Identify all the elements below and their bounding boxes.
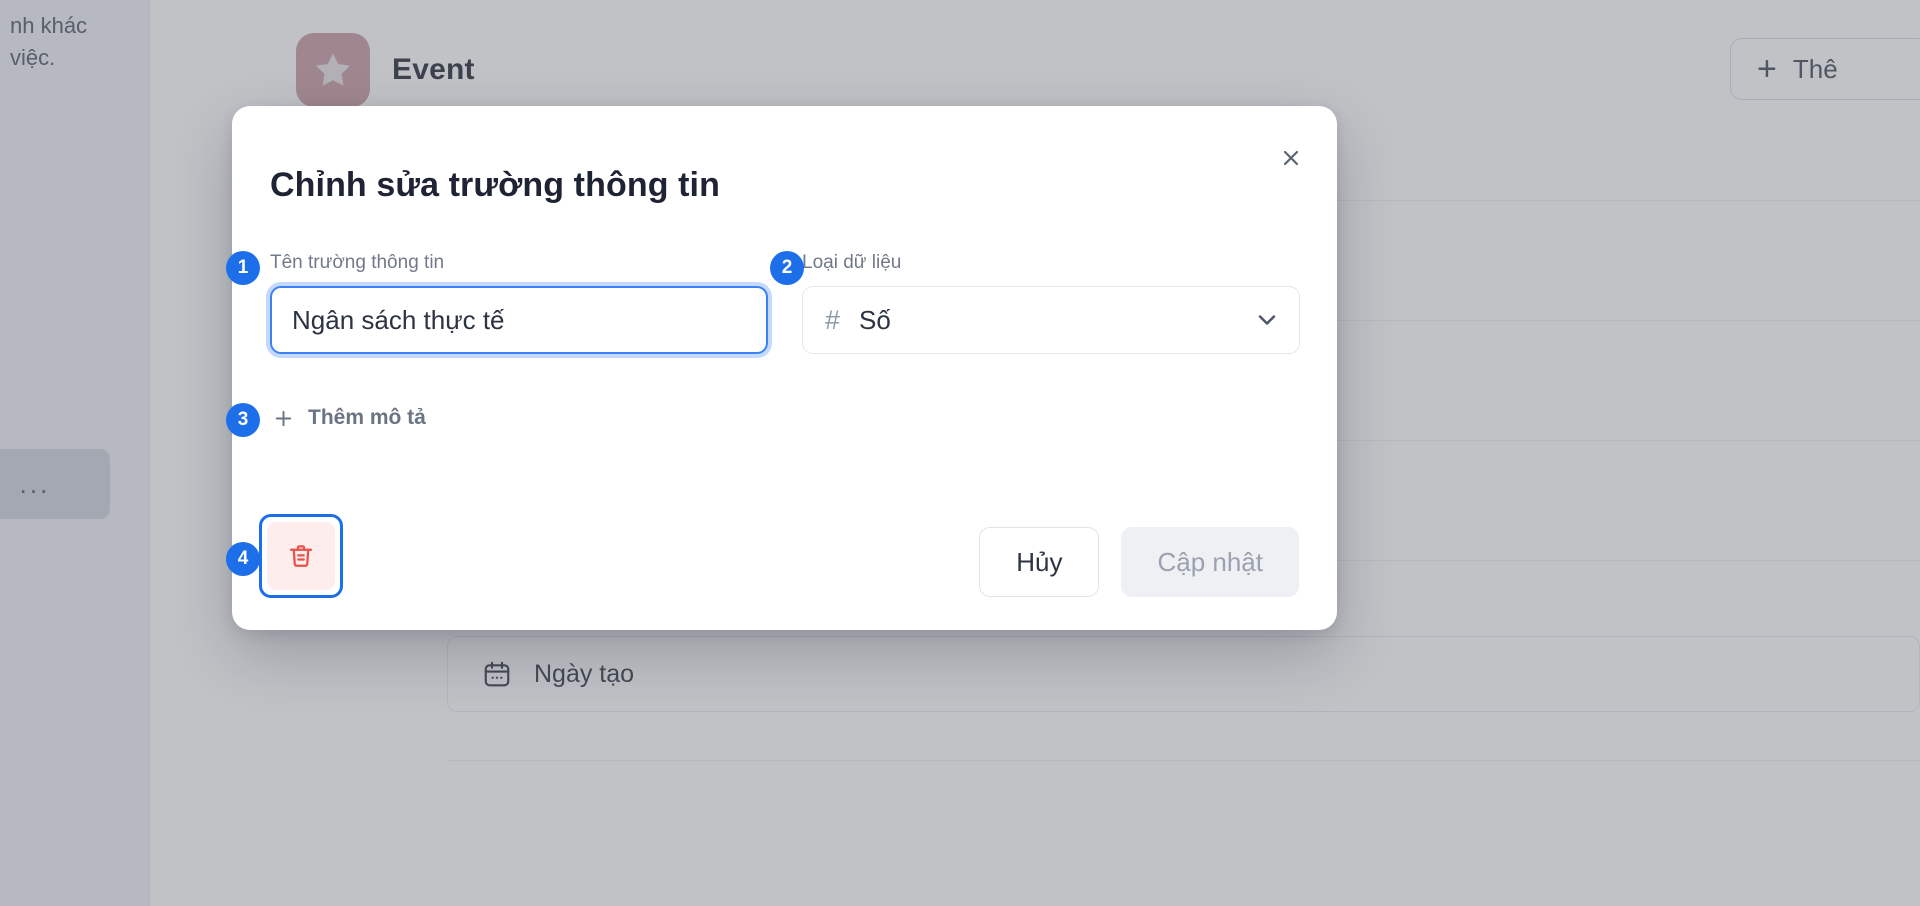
add-description-label: Thêm mô tả (308, 406, 426, 429)
edit-field-modal: Chỉnh sửa trường thông tin Tên trường th… (232, 106, 1337, 630)
hash-icon: # (825, 304, 841, 335)
update-button[interactable]: Cập nhật (1121, 527, 1299, 597)
plus-icon (275, 410, 292, 426)
chevron-down-icon (1253, 306, 1281, 334)
modal-title: Chỉnh sửa trường thông tin (270, 166, 720, 204)
annotation-badge-3: 3 (226, 403, 260, 437)
cancel-button[interactable]: Hủy (979, 527, 1100, 597)
annotation-badge-1: 1 (226, 251, 260, 285)
data-type-label: Loại dữ liệu (802, 252, 902, 273)
data-type-select[interactable]: # Số (802, 286, 1300, 354)
trash-icon (289, 545, 313, 567)
modal-actions: Hủy Cập nhật (979, 527, 1299, 597)
data-type-group: Loại dữ liệu # Số (802, 251, 1300, 354)
annotation-badge-4: 4 (226, 542, 260, 576)
delete-button-highlight (259, 514, 343, 598)
field-name-label: Tên trường thông tin (270, 252, 445, 273)
data-type-value: Số (859, 304, 891, 335)
close-icon[interactable] (1269, 136, 1313, 180)
add-description-button[interactable]: Thêm mô tả (270, 402, 428, 434)
modal-footer: Hủy Cập nhật (232, 480, 1337, 630)
field-name-input[interactable] (270, 286, 768, 354)
field-name-group: Tên trường thông tin (270, 251, 768, 354)
delete-field-button[interactable] (267, 522, 335, 590)
annotation-badge-2: 2 (770, 251, 804, 285)
